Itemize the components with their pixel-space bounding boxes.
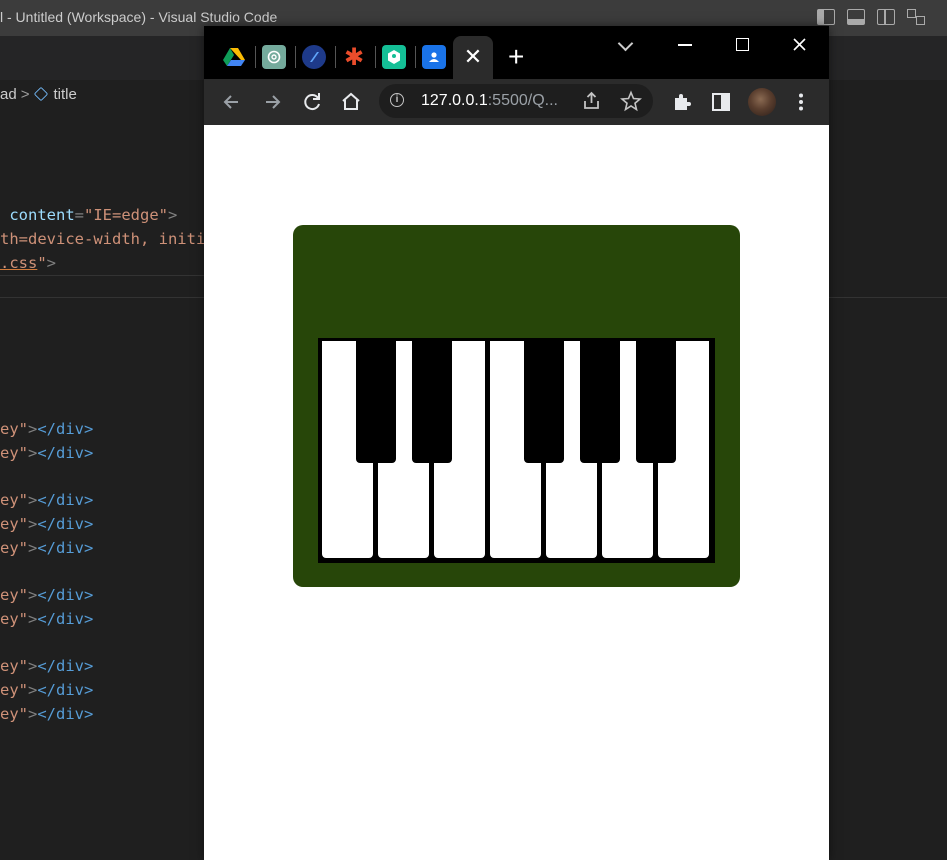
toggle-secondary-sidebar-icon[interactable] (877, 9, 895, 25)
breadcrumb-current[interactable]: title (53, 86, 76, 103)
new-tab-button[interactable]: + (508, 43, 524, 71)
share-icon[interactable] (581, 90, 603, 112)
code-line: ey"></div> (0, 515, 94, 533)
code-line: ey"></div> (0, 420, 94, 438)
page-viewport (204, 125, 829, 860)
code-line: ey"></div> (0, 610, 94, 628)
minimize-icon[interactable] (678, 44, 692, 46)
browser-toolbar: i 127.0.0.1:5500/Q... (204, 79, 829, 125)
back-icon[interactable] (218, 88, 246, 116)
forward-icon[interactable] (258, 88, 286, 116)
piano-keyboard (318, 338, 715, 563)
site-info-icon[interactable]: i (390, 93, 404, 107)
bookmark-star-icon[interactable] (620, 90, 642, 112)
tab-divider (375, 46, 376, 68)
black-key[interactable] (524, 338, 564, 463)
browser-tab-strip: ✱ ✕ + (204, 26, 829, 79)
code-line: ey"></div> (0, 705, 94, 723)
tab-divider (415, 46, 416, 68)
black-key[interactable] (636, 338, 676, 463)
contacts-icon[interactable] (422, 45, 446, 69)
vscode-window-title: l - Untitled (Workspace) - Visual Studio… (0, 9, 278, 25)
tab-divider (255, 46, 256, 68)
code-line: .css"> (0, 254, 57, 272)
close-window-icon[interactable] (793, 38, 806, 51)
google-drive-icon[interactable] (222, 45, 246, 69)
maximize-icon[interactable] (736, 38, 749, 51)
black-key[interactable] (356, 338, 396, 463)
breadcrumb: ad > title (0, 86, 77, 103)
code-line: ey"></div> (0, 539, 94, 557)
profile-avatar[interactable] (748, 88, 776, 116)
breadcrumb-separator-icon: > (20, 86, 30, 103)
vscode-layout-controls (817, 9, 925, 25)
tab-divider (335, 46, 336, 68)
code-line: ey"></div> (0, 491, 94, 509)
browser-window: ✱ ✕ + i 127.0.0.1:5500/Q... (204, 26, 829, 860)
reload-icon[interactable] (298, 88, 326, 116)
tab-search-chevron-icon[interactable] (617, 35, 634, 52)
code-line: ey"></div> (0, 657, 94, 675)
address-bar[interactable]: i 127.0.0.1:5500/Q... (379, 84, 653, 118)
editor-divider (0, 275, 204, 276)
url-text[interactable]: 127.0.0.1:5500/Q... (421, 92, 558, 110)
code-line: content="IE=edge"> (9, 206, 178, 224)
toggle-primary-sidebar-icon[interactable] (817, 9, 835, 25)
code-line: ey"></div> (0, 444, 94, 462)
breadcrumb-parent[interactable]: ad (0, 86, 17, 103)
close-tab-icon[interactable]: ✕ (453, 36, 493, 79)
black-key[interactable] (580, 338, 620, 463)
tab-divider (295, 46, 296, 68)
tab-app-icon[interactable] (302, 45, 326, 69)
extensions-icon[interactable] (668, 88, 696, 116)
symbol-field-icon (34, 86, 49, 102)
code-line: th=device-width, initi (0, 230, 206, 248)
customize-layout-icon[interactable] (907, 9, 925, 25)
asterisk-icon[interactable]: ✱ (342, 44, 366, 71)
khan-academy-icon[interactable] (382, 45, 406, 69)
more-menu-icon[interactable] (787, 88, 815, 116)
active-tab[interactable]: ✕ (453, 36, 493, 79)
home-icon[interactable] (337, 88, 365, 116)
black-key[interactable] (412, 338, 452, 463)
code-line: ey"></div> (0, 586, 94, 604)
code-line: ey"></div> (0, 681, 94, 699)
chatgpt-icon[interactable] (262, 45, 286, 69)
side-panel-icon[interactable] (707, 88, 735, 116)
piano-case (293, 225, 740, 587)
toggle-panel-icon[interactable] (847, 9, 865, 25)
